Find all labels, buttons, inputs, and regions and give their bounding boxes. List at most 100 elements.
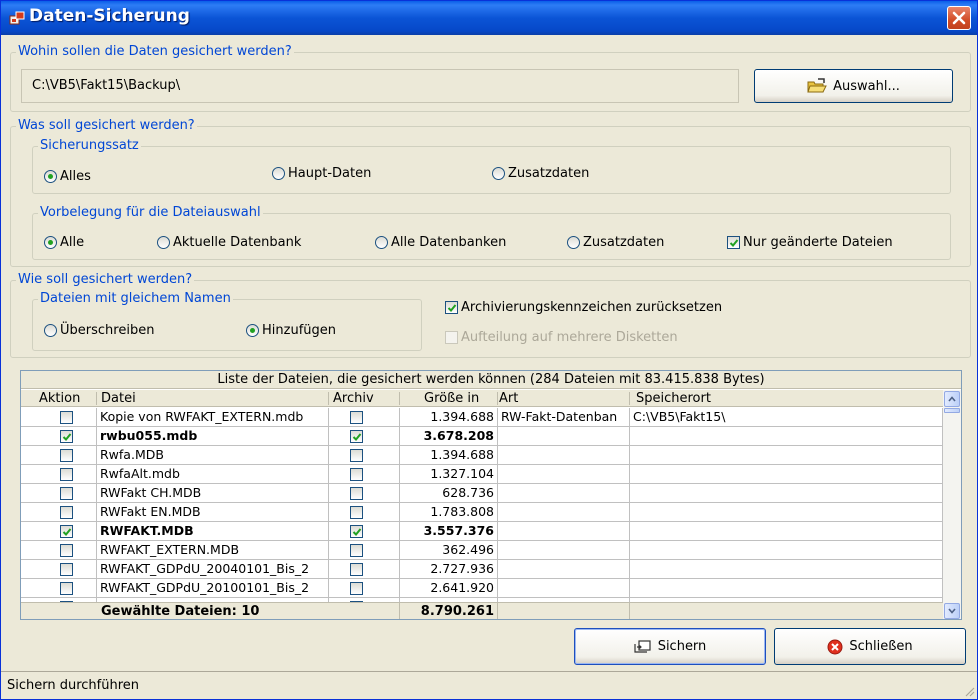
close-button[interactable]: Schließen bbox=[774, 628, 966, 665]
row-archive-checkbox[interactable] bbox=[350, 544, 363, 557]
radio-dot bbox=[44, 170, 57, 183]
row-archive-checkbox[interactable] bbox=[350, 563, 363, 576]
radio-set-alles[interactable]: Alles bbox=[44, 169, 91, 184]
radio-overwrite[interactable]: Überschreiben bbox=[44, 323, 154, 338]
save-backup-icon bbox=[634, 639, 651, 653]
scroll-up-button[interactable] bbox=[944, 391, 960, 407]
table-row[interactable]: RWFakt EN.MDB 1.783.808 bbox=[21, 503, 943, 522]
row-archive-checkbox[interactable] bbox=[350, 525, 363, 538]
resize-grip-icon[interactable] bbox=[963, 685, 975, 697]
row-type-cell bbox=[498, 484, 630, 503]
reset-archive-label: Archivierungskennzeichen zurücksetzen bbox=[461, 300, 723, 315]
table-row[interactable]: RWFAKT_GDPdU_20100101_Bis_2 2.641.920 bbox=[21, 579, 943, 598]
vertical-scrollbar[interactable] bbox=[943, 390, 961, 619]
radio-pre-aktuelle-datenbank[interactable]: Aktuelle Datenbank bbox=[157, 235, 301, 250]
close-window-button[interactable] bbox=[947, 6, 971, 30]
what-group-label: Was soll gesichert werden? bbox=[16, 118, 197, 134]
table-row[interactable]: RWFAKT_EXTERN.MDB 362.496 bbox=[21, 541, 943, 560]
table-row[interactable]: RWFakt CH.MDB 628.736 bbox=[21, 484, 943, 503]
choose-folder-button[interactable]: Auswahl... bbox=[754, 69, 953, 103]
row-action-checkbox[interactable] bbox=[60, 487, 73, 500]
row-file-cell: rwbu055.mdb bbox=[97, 427, 329, 446]
row-archive-checkbox[interactable] bbox=[350, 506, 363, 519]
radio-pre-alle-datenbanken[interactable]: Alle Datenbanken bbox=[375, 235, 506, 250]
row-action-checkbox[interactable] bbox=[60, 430, 73, 443]
radio-set-alles-label: Alles bbox=[60, 169, 91, 184]
choose-folder-label: Auswahl... bbox=[833, 78, 900, 94]
col-header-type[interactable]: Art bbox=[495, 390, 518, 407]
title-bar[interactable]: Daten-Sicherung bbox=[1, 1, 977, 35]
row-size-cell: 3.678.208 bbox=[400, 427, 498, 446]
radio-pre-zusatzdaten-label: Zusatzdaten bbox=[583, 235, 665, 250]
row-action-cell bbox=[21, 446, 97, 465]
footer-separator bbox=[497, 603, 498, 619]
save-button-label: Sichern bbox=[657, 639, 707, 654]
row-location-cell bbox=[630, 427, 943, 446]
save-button[interactable]: Sichern bbox=[574, 628, 766, 665]
row-file-cell: RWFAKT.MDB bbox=[97, 522, 329, 541]
row-location-cell bbox=[630, 484, 943, 503]
col-header-location[interactable]: Speicherort bbox=[632, 390, 711, 407]
col-header-archive[interactable]: Archiv bbox=[329, 390, 374, 407]
row-action-checkbox[interactable] bbox=[60, 525, 73, 538]
row-action-checkbox[interactable] bbox=[60, 563, 73, 576]
radio-set-zusatzdaten[interactable]: Zusatzdaten bbox=[492, 166, 589, 181]
row-file-cell: RwfaAlt.mdb bbox=[97, 465, 329, 484]
table-row[interactable]: Kopie von RWFAKT_EXTERN.mdb 1.394.688 RW-F… bbox=[21, 408, 943, 427]
row-action-cell bbox=[21, 522, 97, 541]
row-type-cell bbox=[498, 560, 630, 579]
row-type-cell bbox=[498, 465, 630, 484]
row-action-checkbox[interactable] bbox=[60, 506, 73, 519]
row-action-checkbox[interactable] bbox=[60, 449, 73, 462]
row-action-checkbox[interactable] bbox=[60, 582, 73, 595]
row-archive-checkbox[interactable] bbox=[350, 430, 363, 443]
row-archive-checkbox[interactable] bbox=[350, 487, 363, 500]
row-archive-checkbox[interactable] bbox=[350, 449, 363, 462]
radio-append[interactable]: Hinzufügen bbox=[246, 323, 336, 338]
row-action-cell bbox=[21, 560, 97, 579]
row-action-cell bbox=[21, 579, 97, 598]
table-row[interactable]: RwfaAlt.mdb 1.327.104 bbox=[21, 465, 943, 484]
split-disks-checkbox[interactable]: Aufteilung auf mehrere Disketten bbox=[445, 330, 678, 345]
radio-append-label: Hinzufügen bbox=[262, 323, 336, 338]
row-file-cell: RWFakt CH.MDB bbox=[97, 484, 329, 503]
row-size-cell: 1.327.104 bbox=[400, 465, 498, 484]
header-separator bbox=[399, 392, 400, 405]
radio-set-zusatzdaten-label: Zusatzdaten bbox=[508, 166, 590, 181]
row-archive-checkbox[interactable] bbox=[350, 582, 363, 595]
row-archive-cell bbox=[329, 446, 400, 465]
row-action-checkbox[interactable] bbox=[60, 411, 73, 424]
col-header-file[interactable]: Datei bbox=[97, 390, 136, 407]
radio-pre-alle-datenbanken-label: Alle Datenbanken bbox=[391, 235, 507, 250]
row-archive-checkbox[interactable] bbox=[350, 468, 363, 481]
radio-set-haupt-daten[interactable]: Haupt-Daten bbox=[272, 166, 371, 181]
col-header-size[interactable]: Größe in bbox=[420, 390, 479, 407]
status-text: Sichern durchführen bbox=[7, 678, 140, 693]
row-location-cell bbox=[630, 541, 943, 560]
backup-path-field[interactable]: C:\VB5\Fakt15\Backup\ bbox=[21, 69, 739, 103]
row-location-cell bbox=[630, 579, 943, 598]
checkbox-box bbox=[727, 236, 740, 249]
col-header-action[interactable]: Aktion bbox=[35, 390, 80, 407]
row-archive-checkbox[interactable] bbox=[350, 411, 363, 424]
split-disks-label: Aufteilung auf mehrere Disketten bbox=[461, 330, 678, 345]
table-row[interactable]: RWFAKT_GDPdU_20040101_Bis_2 2.727.936 bbox=[21, 560, 943, 579]
scroll-thumb[interactable] bbox=[944, 408, 960, 413]
scroll-down-button[interactable] bbox=[944, 603, 960, 619]
row-location-cell bbox=[630, 465, 943, 484]
table-row[interactable]: Rwfa.MDB 1.394.688 bbox=[21, 446, 943, 465]
row-location-cell bbox=[630, 503, 943, 522]
radio-pre-alle[interactable]: Alle bbox=[44, 235, 84, 250]
reset-archive-checkbox[interactable]: Archivierungskennzeichen zurücksetzen bbox=[445, 300, 722, 315]
file-list-grid[interactable]: Liste der Dateien, die gesichert werden … bbox=[20, 370, 962, 620]
checkbox-box bbox=[445, 301, 458, 314]
row-action-checkbox[interactable] bbox=[60, 468, 73, 481]
changed-only-checkbox[interactable]: Nur geänderte Dateien bbox=[727, 235, 893, 250]
cancel-icon bbox=[827, 639, 843, 654]
radio-pre-zusatzdaten[interactable]: Zusatzdaten bbox=[567, 235, 664, 250]
table-row[interactable]: rwbu055.mdb 3.678.208 bbox=[21, 427, 943, 446]
row-action-checkbox[interactable] bbox=[60, 544, 73, 557]
destination-group-label: Wohin sollen die Daten gesichert werden? bbox=[16, 44, 294, 60]
table-row[interactable]: RWFAKT.MDB 3.557.376 bbox=[21, 522, 943, 541]
radio-dot bbox=[272, 167, 285, 180]
